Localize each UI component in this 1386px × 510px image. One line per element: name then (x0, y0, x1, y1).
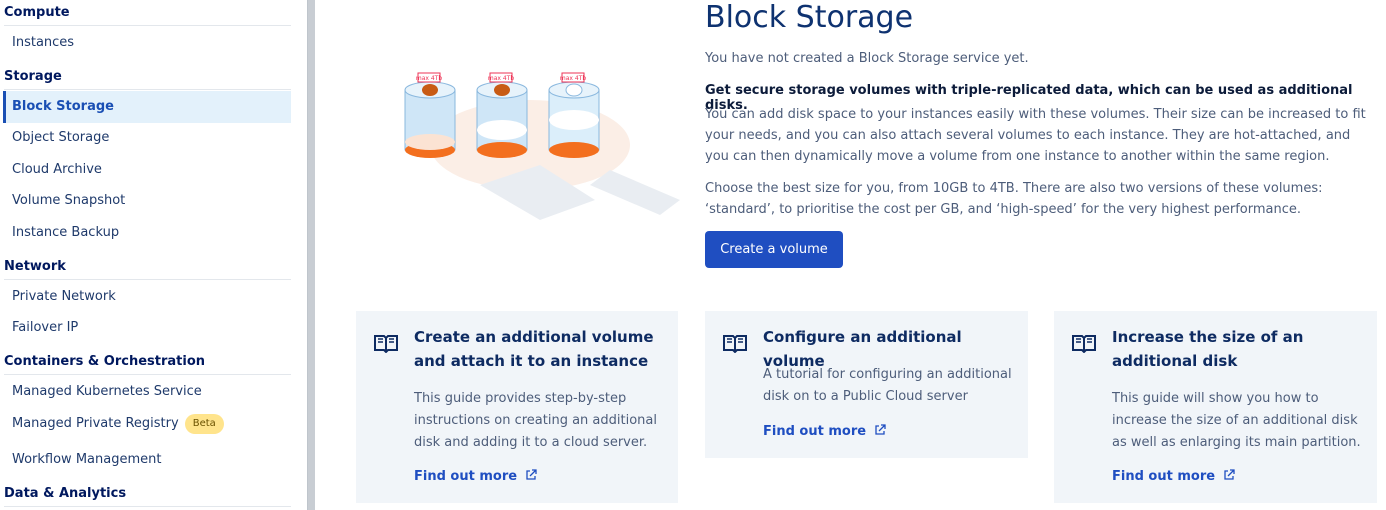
storage-illustration: max 4Tb max 4Tb max 4Tb (404, 72, 680, 220)
sidebar-item-failover-ip[interactable]: Failover IP (3, 312, 291, 344)
disk-2: max 4Tb (476, 72, 528, 158)
sidebar-item-label: Managed Private Registry (12, 416, 179, 431)
sidebar-item-block-storage[interactable]: Block Storage (3, 91, 291, 123)
divider (4, 506, 291, 507)
sidebar-item-kubernetes[interactable]: Managed Kubernetes Service (3, 376, 291, 408)
page-title: Block Storage (705, 0, 914, 35)
find-out-more-link[interactable]: Find out more (414, 469, 537, 484)
link-label: Find out more (763, 424, 867, 439)
external-link-icon (526, 469, 537, 480)
external-link-icon (875, 424, 886, 435)
link-label: Find out more (414, 469, 518, 484)
divider (4, 279, 291, 280)
sidebar-item-private-network[interactable]: Private Network (3, 281, 291, 313)
guide-card: Increase the size of an additional disk … (1054, 311, 1377, 503)
external-link-icon (1224, 469, 1235, 480)
guide-card-title: Increase the size of an additional disk (1112, 328, 1304, 370)
scrollbar-thumb[interactable] (307, 0, 315, 510)
sidebar-item-workflow[interactable]: Workflow Management (3, 444, 291, 476)
sidebar-item-cloud-archive[interactable]: Cloud Archive (3, 154, 291, 186)
divider (4, 25, 291, 26)
sidebar-item-object-storage[interactable]: Object Storage (3, 122, 291, 154)
max-label: max 4Tb (560, 75, 586, 82)
section-network: Network (4, 259, 66, 274)
section-compute: Compute (4, 5, 70, 20)
link-label: Find out more (1112, 469, 1216, 484)
max-label: max 4Tb (488, 75, 514, 82)
guide-card-description: This guide will show you how to increase… (1112, 391, 1361, 450)
disk-3: max 4Tb (548, 72, 600, 158)
sidebar: Compute Instances Storage Block Storage … (0, 0, 307, 510)
max-label: max 4Tb (416, 75, 442, 82)
create-volume-button[interactable]: Create a volume (705, 231, 843, 268)
book-icon (1072, 335, 1096, 353)
sidebar-item-volume-snapshot[interactable]: Volume Snapshot (3, 185, 291, 217)
section-storage: Storage (4, 69, 62, 84)
find-out-more-link[interactable]: Find out more (763, 424, 886, 439)
sidebar-item-private-registry[interactable]: Managed Private Registry Beta (3, 408, 291, 440)
disk-1: max 4Tb (404, 72, 456, 158)
book-icon (374, 335, 398, 353)
guide-card-title: Create an additional volume and attach i… (414, 328, 654, 370)
guide-card-description: This guide provides step-by-step instruc… (414, 391, 657, 450)
book-icon (723, 335, 747, 353)
sidebar-item-instance-backup[interactable]: Instance Backup (3, 217, 291, 249)
section-data-analytics: Data & Analytics (4, 486, 127, 501)
description-text: You can add disk space to your instances… (705, 107, 1366, 164)
beta-badge: Beta (184, 413, 224, 434)
sidebar-item-instances[interactable]: Instances (3, 27, 291, 59)
divider (4, 374, 291, 375)
sidebar-scrollbar[interactable] (307, 0, 315, 510)
illustration-floor (590, 170, 680, 215)
guide-card: Create an additional volume and attach i… (356, 311, 678, 503)
section-containers: Containers & Orchestration (4, 354, 206, 369)
guide-card-description: A tutorial for configuring an additional… (763, 367, 1012, 404)
description-text-2: Choose the best size for you, from 10GB … (705, 181, 1323, 217)
guide-card: Configure an additional volume A tutoria… (705, 311, 1028, 458)
divider (4, 89, 291, 90)
find-out-more-link[interactable]: Find out more (1112, 469, 1235, 484)
empty-state-text: You have not created a Block Storage ser… (705, 51, 1029, 66)
